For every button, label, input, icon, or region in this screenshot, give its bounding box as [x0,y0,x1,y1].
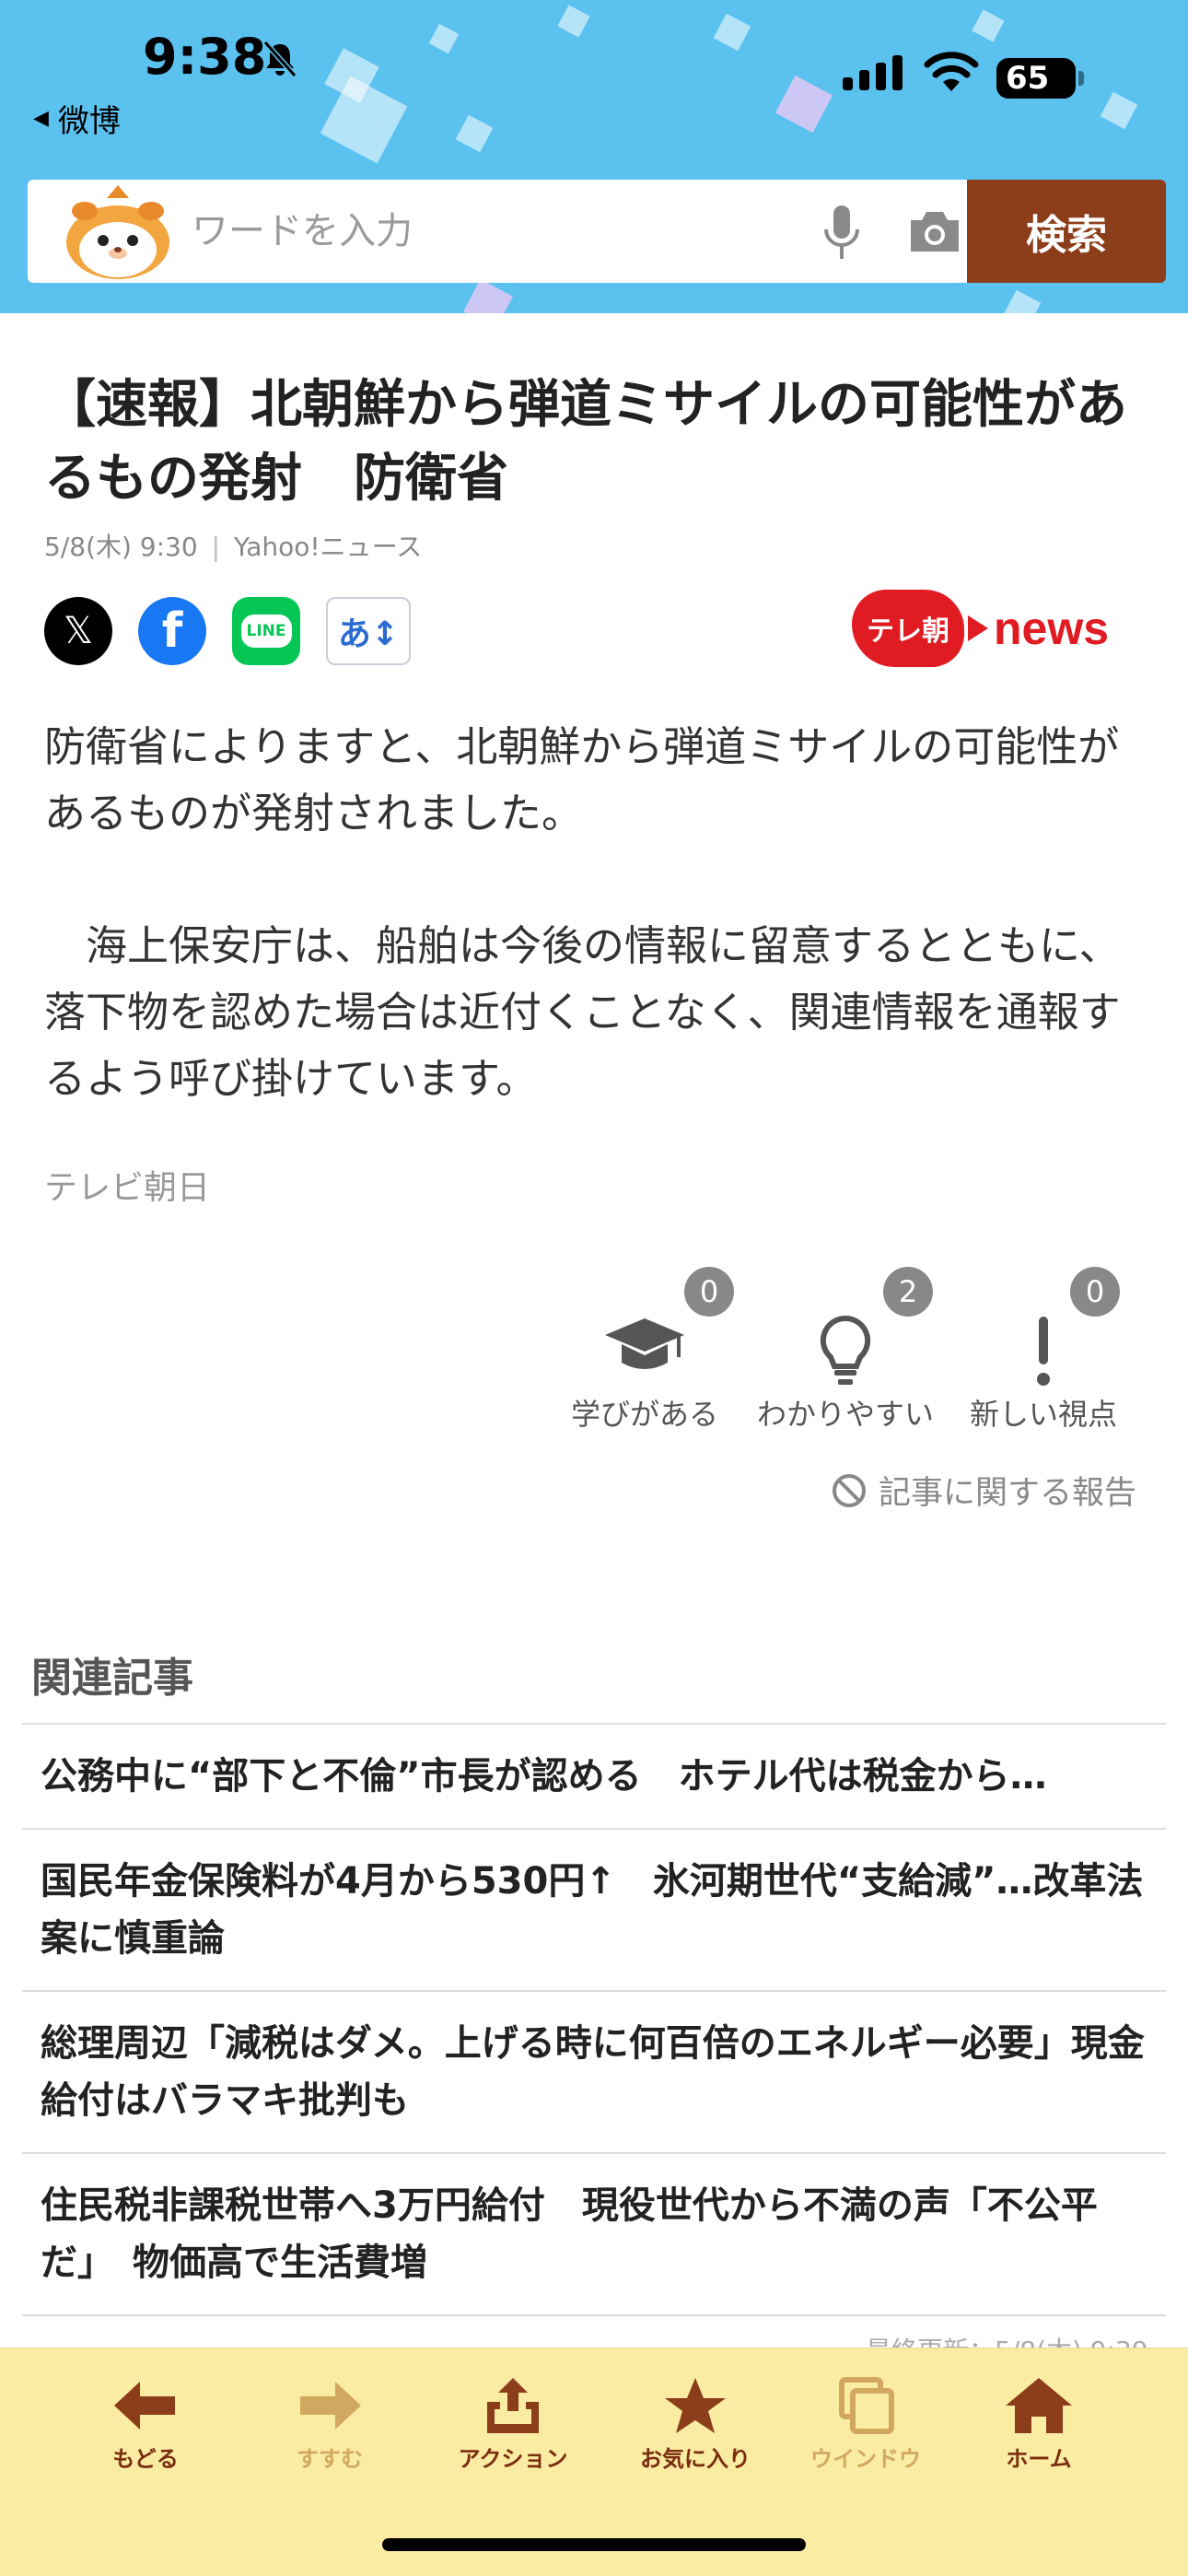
home-icon [1006,2378,1072,2433]
tv-asahi-news-logo[interactable]: テレ朝 news [852,590,1109,667]
battery-percent: 65 [1006,60,1050,97]
exclamation-icon [1037,1317,1050,1386]
tv-asahi-logo-text: テレ朝 [852,590,964,667]
confetti [1003,289,1042,313]
article-body: 防衛省によりますと、北朝鮮から弾道ミサイルの可能性があるものが発射されました。 … [44,714,1149,1112]
reaction-count-badge: 0 [1070,1267,1120,1317]
article-date: 5/8(木) 9:30 [44,532,198,562]
share-action-icon [487,2378,539,2433]
article-paragraph: 防衛省によりますと、北朝鮮から弾道ミサイルの可能性があるものが発射されました。 [44,722,1120,837]
reaction-label: 学びがある [570,1397,718,1432]
share-facebook-button[interactable]: f [138,597,206,665]
confetti [320,76,408,164]
reaction-new-perspective[interactable]: 0 新しい視点 [951,1258,1136,1442]
confetti [462,278,514,313]
report-article-link[interactable]: 記事に関する報告 [831,1467,1136,1514]
facebook-logo-icon: f [161,603,183,659]
favorites-label: お気に入り [640,2446,751,2472]
article-meta: 5/8(木) 9:30 | Yahoo!ニュース [44,527,422,564]
confetti [455,114,494,153]
back-label: もどる [112,2446,179,2472]
meta-separator: | [211,532,221,562]
forward-label: すすむ [297,2446,363,2472]
cellular-signal-icon [843,55,903,90]
confetti [1100,91,1138,130]
related-articles-heading: 関連記事 [31,1655,193,1702]
confetti [713,13,751,52]
battery-indicator: 65 [996,58,1084,99]
windows-icon [839,2377,894,2434]
confetti [972,9,1005,42]
star-icon [665,2378,726,2433]
back-button[interactable]: もどる [63,2376,228,2473]
search-button[interactable]: 検索 [967,180,1166,283]
related-article-link[interactable]: 公務中に“部下と不倫”市長が認める ホテル代は税金から… [22,1725,1166,1830]
share-buttons: 𝕏 f LINE あ↕ [44,597,411,665]
reaction-learning[interactable]: 0 学びがある [553,1258,737,1442]
news-logo-text: news [994,603,1110,654]
back-app-label: 微博 [57,103,121,140]
share-line-button[interactable]: LINE [232,597,300,665]
reaction-buttons: 0 学びがある 2 わかりやすい 0 新しい視点 [553,1258,1160,1442]
reaction-count-badge: 2 [883,1267,933,1317]
back-triangle-icon: ◀ [33,107,49,130]
confetti [557,5,590,38]
related-article-link[interactable]: 住民税非課税世帯へ3万円給付 現役世代から不満の声「不公平だ」 物価高で生活費増 [22,2154,1166,2316]
share-x-button[interactable]: 𝕏 [44,597,112,665]
reaction-label: わかりやすい [756,1397,934,1432]
camera-icon[interactable] [907,207,962,255]
guinea-pig-mascot-icon [66,185,169,279]
home-indicator[interactable] [382,2538,806,2551]
search-bar: 検索 [28,180,1166,283]
related-articles-list: 公務中に“部下と不倫”市長が認める ホテル代は税金から… 国民年金保険料が4月か… [22,1723,1166,2316]
font-size-label: あ↕ [337,615,400,653]
wifi-icon [924,52,979,91]
confetti [428,23,460,54]
related-article-link[interactable]: 総理周辺「減税はダメ。上げる時に何百倍のエネルギー必要」現金給付はバラマキ批判も [22,1992,1166,2154]
silent-bell-icon [262,41,297,77]
prohibited-icon [833,1473,866,1507]
related-article-link[interactable]: 国民年金保険料が4月から530円↑ 氷河期世代“支給減”…改革法案に慎重論 [22,1830,1166,1992]
microphone-icon[interactable] [821,204,862,263]
x-logo-icon: 𝕏 [63,610,94,652]
forward-button[interactable]: すすむ [247,2376,413,2473]
forward-arrow-icon [300,2382,361,2430]
reaction-count-badge: 0 [684,1267,734,1317]
article-publisher: Yahoo!ニュース [233,532,423,562]
lightbulb-icon [820,1315,871,1385]
graduation-cap-icon [605,1318,684,1369]
play-triangle-icon [968,615,988,641]
reaction-label: 新しい視点 [969,1397,1117,1432]
action-label: アクション [458,2446,568,2472]
report-link-label: 記事に関する報告 [879,1475,1137,1512]
article-credit: テレビ朝日 [44,1169,211,1207]
font-size-button[interactable]: あ↕ [326,597,411,665]
confetti [775,75,833,134]
browser-header: 9:38 ◀ 微博 65 ワードを入力 検索 [0,0,1188,313]
reaction-easy-to-understand[interactable]: 2 わかりやすい [753,1258,938,1442]
action-button[interactable]: アクション [430,2376,596,2473]
search-input[interactable] [192,180,799,283]
article-title: 【速報】北朝鮮から弾道ミサイルの可能性があるもの発射 防衛省 [44,375,1127,509]
favorites-button[interactable]: お気に入り [612,2376,778,2473]
home-button[interactable]: ホーム [956,2376,1122,2473]
window-label: ウインドウ [810,2446,921,2472]
back-arrow-icon [114,2382,175,2430]
line-logo-icon: LINE [240,615,292,648]
home-label: ホーム [1006,2446,1072,2472]
article-paragraph: 海上保安庁は、船舶は今後の情報に留意するとともに、落下物を認めた場合は近付くこと… [44,921,1121,1103]
status-time: 9:38 [143,28,267,86]
window-button[interactable]: ウインドウ [783,2376,949,2473]
back-to-app-link[interactable]: ◀ 微博 [33,96,121,141]
